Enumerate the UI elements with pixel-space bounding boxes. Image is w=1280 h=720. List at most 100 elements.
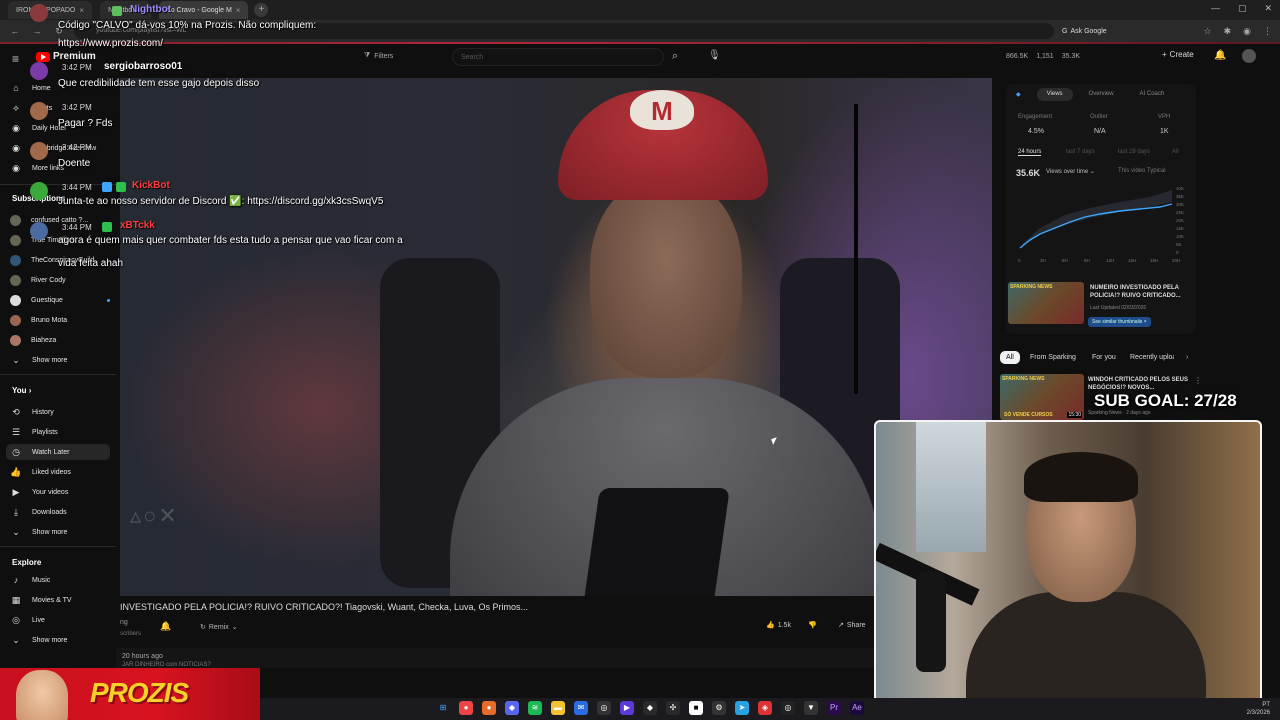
period-all[interactable]: All xyxy=(1172,149,1179,155)
app-icon[interactable]: ▼ xyxy=(804,701,818,715)
search-input[interactable]: Search xyxy=(452,48,664,66)
tab-overview[interactable]: Overview xyxy=(1079,88,1124,101)
after-effects-icon[interactable]: Ae xyxy=(850,701,864,715)
sidebar-subscription[interactable]: River Cody xyxy=(10,272,110,288)
recommendation-title[interactable]: WINDOH CRITICADO PELOS SEUS NEGÓCIOS!? N… xyxy=(1088,376,1188,392)
notifications-icon[interactable]: 🔔 xyxy=(1214,50,1226,61)
discord-icon[interactable]: ◆ xyxy=(505,701,519,715)
extension-logo-icon[interactable]: ◆ xyxy=(1006,88,1031,101)
sidebar-item-liked[interactable]: 👍 Liked videos xyxy=(10,464,110,480)
app-icon[interactable]: ✣ xyxy=(666,701,680,715)
chrome-icon[interactable]: ● xyxy=(459,701,473,715)
notification-bell-icon[interactable]: 🔔 xyxy=(160,621,171,632)
hamburger-icon[interactable]: ≡ xyxy=(12,52,19,66)
period-7d[interactable]: last 7 days xyxy=(1066,149,1095,155)
settings-icon[interactable]: ⚙ xyxy=(712,701,726,715)
youtube-logo[interactable]: Premium xyxy=(36,51,96,62)
extensions-icon[interactable]: ✱ xyxy=(1224,26,1232,37)
new-tab-button[interactable]: + xyxy=(254,3,269,17)
sidebar-item-music[interactable]: ♪ Music xyxy=(10,572,110,588)
sidebar-item-movies[interactable]: ▦ Movies & TV xyxy=(10,592,110,608)
chip-recently-uploaded[interactable]: Recently uploaded xyxy=(1124,351,1174,364)
app-icon[interactable]: ◎ xyxy=(781,701,795,715)
download-icon: ⤓ xyxy=(14,506,18,517)
search-icon[interactable]: ⌕ xyxy=(672,50,678,63)
browser-tab[interactable]: IROMER POPADO× xyxy=(8,1,93,19)
views-selector[interactable]: Views over time ⌄ xyxy=(1046,168,1095,175)
chip-for-you[interactable]: For you xyxy=(1086,351,1122,364)
sidebar-item-history[interactable]: ⟲ History xyxy=(10,404,110,420)
telegram-icon[interactable]: ➤ xyxy=(735,701,749,715)
chip-all[interactable]: All xyxy=(1000,351,1020,364)
close-window-icon[interactable]: ✕ xyxy=(1264,3,1272,14)
app-icon[interactable]: ▶ xyxy=(620,701,634,715)
show-more-label: Show more xyxy=(32,356,68,364)
banner-photo xyxy=(16,670,68,720)
menu-icon[interactable]: ⋮ xyxy=(1263,26,1272,37)
firefox-icon[interactable]: ● xyxy=(482,701,496,715)
sidebar-item-your-videos[interactable]: ▶ Your videos xyxy=(10,484,110,500)
sidebar-item-downloads[interactable]: ⤓ Downloads xyxy=(10,504,110,520)
mail-icon[interactable]: ✉ xyxy=(574,701,588,715)
sidebar-item-live[interactable]: ◎ Live xyxy=(10,612,110,628)
sidebar-item-channel[interactable]: ◉ Cambridge Interview xyxy=(10,140,110,156)
recommendation-title[interactable]: NUMEIRO INVESTIGADO PELA POLICIA!? RUIVO… xyxy=(1090,284,1194,300)
sidebar-item-label: Movies & TV xyxy=(32,596,72,604)
close-icon[interactable]: × xyxy=(236,6,241,15)
profile-icon[interactable]: ◉ xyxy=(1243,26,1251,37)
sidebar-subscription[interactable]: Biaheza xyxy=(10,332,110,348)
forward-icon[interactable]: → xyxy=(30,26,44,36)
more-options-icon[interactable]: ⋮ xyxy=(1194,376,1202,385)
microphone-icon[interactable]: 🎙 xyxy=(708,50,721,61)
sidebar-item-playlists[interactable]: ☰ Playlists xyxy=(10,424,110,440)
spotify-icon[interactable]: ≋ xyxy=(528,701,542,715)
app-icon[interactable]: ◈ xyxy=(758,701,772,715)
create-button[interactable]: + Create xyxy=(1162,50,1194,59)
system-tray[interactable]: PT 2/3/2026 xyxy=(1247,701,1270,717)
tab-views[interactable]: Views xyxy=(1036,88,1073,101)
app-icon[interactable]: ■ xyxy=(689,701,703,715)
description-box[interactable] xyxy=(116,648,876,668)
section-heading-you[interactable]: You › xyxy=(12,386,31,395)
like-button[interactable]: 👍 1.5k xyxy=(766,621,791,630)
star-icon[interactable]: ☆ xyxy=(1204,26,1212,37)
close-icon[interactable]: × xyxy=(79,6,84,15)
chip-from-channel[interactable]: From Sparking xyxy=(1024,351,1082,364)
show-more-button[interactable]: ⌄ Show more xyxy=(10,524,110,540)
sidebar-subscription[interactable]: confused catto ?... xyxy=(10,212,110,228)
app-icon[interactable]: ◎ xyxy=(597,701,611,715)
see-similar-thumbnails-button[interactable]: See similar thumbnails × xyxy=(1088,317,1151,327)
recommendation-thumbnail[interactable]: SPARKING NEWS xyxy=(1008,282,1084,324)
sidebar-item-watch-later[interactable]: ◷ Watch Later xyxy=(6,444,110,460)
chevron-right-icon[interactable]: › xyxy=(1180,351,1194,364)
chat-message: Que credibilidade tem esse gajo depois d… xyxy=(58,78,260,89)
ask-google-button[interactable]: G Ask Google xyxy=(1062,28,1107,35)
stat-value: 866.5K xyxy=(1006,53,1029,60)
channel-name[interactable]: ng xyxy=(120,619,128,626)
back-icon[interactable]: ← xyxy=(8,26,22,36)
browser-tab-active[interactable]: do Cravo - Google M × xyxy=(158,1,249,19)
dislike-button[interactable]: 👎 xyxy=(808,621,817,629)
share-button[interactable]: ↗ Share xyxy=(838,621,866,630)
filters-button[interactable]: ⧩ Filters xyxy=(364,52,393,60)
tab-ai-coach[interactable]: AI Coach xyxy=(1130,88,1175,101)
sidebar-item-shorts[interactable]: ⟡Shorts xyxy=(10,100,110,116)
show-more-button[interactable]: ⌄ Show more xyxy=(10,352,110,368)
video-player[interactable]: M ▵○✕ xyxy=(120,78,992,596)
video-title[interactable]: INVESTIGADO PELA POLICIA!? RUIVO CRITICA… xyxy=(120,602,860,612)
sidebar-subscription[interactable]: Guestique xyxy=(10,292,110,308)
period-24h[interactable]: 24 hours xyxy=(1018,149,1042,156)
folder-icon[interactable]: ▬ xyxy=(551,701,565,715)
sidebar-subscription[interactable]: Bruno Mota xyxy=(10,312,110,328)
premiere-icon[interactable]: Pr xyxy=(827,701,841,715)
minimize-icon[interactable]: — xyxy=(1211,3,1220,14)
remix-button[interactable]: ↻ Remix ⌄ xyxy=(200,623,238,632)
avatar[interactable] xyxy=(1242,49,1256,63)
period-28d[interactable]: last 28 days xyxy=(1118,149,1150,155)
app-icon[interactable]: ◆ xyxy=(643,701,657,715)
windows-start-icon[interactable]: ⊞ xyxy=(436,701,450,715)
recommendation-thumbnail[interactable]: SPARKING NEWS SÓ VENDE CURSOS 15:30 xyxy=(1000,374,1084,420)
maximize-icon[interactable]: ▢ xyxy=(1238,3,1247,14)
show-more-button[interactable]: ⌄ Show more xyxy=(10,632,110,648)
chat-avatar xyxy=(30,62,48,80)
